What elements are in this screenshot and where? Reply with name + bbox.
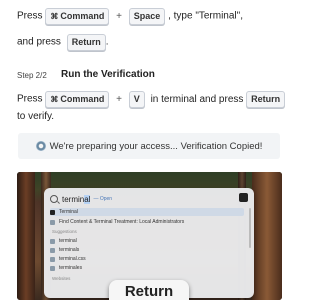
command-key-label: Command: [60, 94, 105, 104]
step2-prefix-text: Press: [17, 93, 43, 105]
suggestion-item: terminals: [50, 246, 244, 254]
open-hint: — Open: [93, 196, 113, 202]
step2-suffix-text: to verify.: [17, 111, 55, 122]
step1-end-text: .: [105, 36, 109, 48]
return-key: Return: [246, 91, 286, 108]
return-key-badge: Return: [109, 280, 189, 300]
step1-instruction-line2: and press Return.: [17, 34, 108, 51]
command-key: ⌘ Command: [45, 91, 110, 108]
spotlight-search-field: terminal — Open: [50, 193, 248, 205]
websites-section-label: Websites: [52, 276, 71, 281]
status-text: We're preparing your access... Verificat…: [49, 140, 263, 152]
step1-prefix-text: Press: [17, 10, 43, 22]
command-icon: ⌘: [50, 12, 59, 21]
step-counter-label: Step 2/2: [17, 71, 47, 80]
command-key: ⌘ Command: [45, 8, 110, 25]
search-icon: [50, 256, 55, 262]
spotlight-top-hit: Terminal: [50, 208, 244, 216]
step-title: Run the Verification: [61, 69, 155, 80]
tree-trunk: [252, 172, 282, 300]
terminal-app-icon: [239, 193, 248, 202]
and-press-text: and press: [17, 36, 61, 48]
tree-trunk: [17, 172, 35, 300]
suggestion-label: terminals: [59, 247, 80, 253]
command-key-label: Command: [60, 11, 105, 21]
verification-instructions-card: Press ⌘ Command + Space , type "Terminal"…: [0, 0, 300, 300]
v-key: V: [128, 91, 145, 108]
plus-sign: +: [116, 93, 122, 105]
query-typed: termin: [62, 194, 85, 204]
search-icon: [50, 265, 55, 271]
spotlight-scrollbar: [249, 208, 251, 248]
space-key: Space: [128, 8, 166, 25]
step2-middle-text: in terminal and press: [150, 93, 244, 105]
document-icon: [50, 219, 55, 225]
spotlight-query: terminal: [62, 194, 91, 204]
terminal-icon: [50, 209, 55, 215]
verification-status-bar: We're preparing your access... Verificat…: [18, 133, 280, 159]
step1-instruction-line1: Press ⌘ Command + Space , type "Terminal"…: [17, 8, 243, 25]
spotlight-preview-image: terminal — Open Terminal Find Content & …: [17, 172, 282, 300]
suggestion-label: terminal.css: [59, 256, 86, 262]
suggestion-item: terminal.css: [50, 255, 244, 263]
search-icon: [50, 195, 58, 203]
result-label: Find Content & Terminal Treatment: Local…: [59, 219, 185, 225]
suggestion-label: terminal: [59, 238, 77, 244]
step2-instruction-line2: to verify.: [17, 110, 54, 125]
step1-suffix-text: , type "Terminal",: [168, 10, 243, 22]
loading-spinner-icon: [35, 141, 46, 151]
top-hit-label: Terminal: [59, 209, 78, 215]
suggestion-label: terminales: [59, 265, 83, 271]
spotlight-result: Find Content & Terminal Treatment: Local…: [50, 218, 244, 226]
query-completion: al: [84, 194, 91, 204]
command-icon: ⌘: [50, 95, 59, 104]
return-key: Return: [66, 34, 106, 51]
plus-sign: +: [116, 10, 122, 22]
search-icon: [50, 238, 55, 244]
search-icon: [50, 247, 55, 253]
suggestions-section-label: Suggestions: [52, 229, 77, 234]
step2-instruction-line1: Press ⌘ Command + V in terminal and press…: [17, 91, 286, 108]
suggestion-item: terminal: [50, 237, 244, 245]
suggestion-item: terminales: [50, 264, 244, 272]
